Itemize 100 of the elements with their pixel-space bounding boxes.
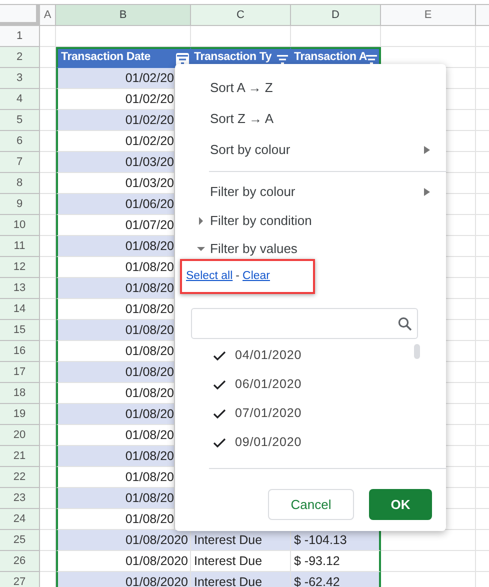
column-header[interactable] [476,5,489,26]
row-number[interactable]: 12 [0,257,40,278]
menu-item[interactable]: Filter by condition [175,207,446,235]
table-cell[interactable]: 01/02/20 [56,68,175,89]
search-field[interactable] [191,308,418,339]
table-cell[interactable]: 01/08/20 [56,425,175,446]
table-cell[interactable] [381,551,476,572]
row-number[interactable]: 11 [0,236,40,257]
date-text: 01/08/20 [125,238,174,255]
table-cell[interactable]: 01/02/20 [56,110,175,131]
table-cell[interactable]: 01/02/20 [56,89,175,110]
table-cell[interactable]: 01/03/20 [56,152,175,173]
cancel-button[interactable]: Cancel [268,489,354,520]
header-cell[interactable]: Transaction Date [56,47,191,68]
ok-button[interactable]: OK [369,489,432,520]
table-cell[interactable]: 01/08/20 [56,320,175,341]
table-cell[interactable]: 01/07/20 [56,215,175,236]
table-cell[interactable]: 01/08/20 [56,257,175,278]
row-number[interactable]: 16 [0,341,40,362]
checkmark-icon[interactable] [213,350,226,360]
value-option[interactable]: 04/01/2020 [175,341,446,370]
table-cell[interactable] [40,26,56,47]
menu-item[interactable]: Filter by colour [175,176,446,207]
menu-item[interactable]: Sort Z → A [175,103,446,134]
row-number[interactable]: 10 [0,215,40,236]
value-option[interactable]: 07/01/2020 [175,399,446,428]
row-number[interactable]: 6 [0,131,40,152]
date-text: 01/08/20 [125,280,174,297]
table-cell[interactable]: 01/08/20 [56,404,175,425]
checkmark-icon[interactable] [213,380,226,390]
row-number[interactable]: 9 [0,194,40,215]
row-number[interactable]: 7 [0,152,40,173]
row-number[interactable]: 24 [0,509,40,530]
checkmark-icon[interactable] [213,408,226,418]
table-cell[interactable]: 01/08/20 [56,278,175,299]
row-number[interactable]: 14 [0,299,40,320]
row-number[interactable]: 20 [0,425,40,446]
table-cell[interactable]: 01/06/20 [56,194,175,215]
column-header[interactable]: B [56,5,191,26]
column-header[interactable]: D [291,5,381,26]
row-number[interactable]: 26 [0,551,40,572]
collapse-arrow-icon[interactable] [197,245,205,253]
table-cell[interactable]: 01/08/20 [56,362,175,383]
select-all-link[interactable]: Select all [186,268,233,286]
row-number[interactable]: 5 [0,110,40,131]
row-number[interactable]: 21 [0,446,40,467]
row-number[interactable]: 23 [0,488,40,509]
table-cell[interactable]: 01/08/20 [56,467,175,488]
column-header[interactable]: A [40,5,56,26]
row-number[interactable]: 3 [0,68,40,89]
row-number[interactable]: 17 [0,362,40,383]
type-text: Interest Due [194,574,262,587]
filter-icon[interactable] [365,53,378,66]
date-text: 01/08/20 [125,490,174,507]
table-cell[interactable]: Interest Due [191,551,291,572]
select-all-corner[interactable] [0,5,40,26]
table-cell[interactable]: 01/08/20 [56,509,175,530]
expand-arrow-icon[interactable] [197,217,205,225]
table-cell[interactable]: 01/08/20 [56,383,175,404]
table-cell[interactable]: 01/08/20 [56,236,175,257]
row-number[interactable]: 19 [0,404,40,425]
clear-link[interactable]: Clear [242,268,270,286]
date-text: 01/08/2020 [125,532,188,549]
row-number[interactable]: 8 [0,173,40,194]
column-header[interactable]: C [191,5,291,26]
menu-item[interactable]: Sort by colour [175,134,446,165]
table-cell[interactable]: $ -104.13 [291,530,381,551]
value-option[interactable]: 09/01/2020 [175,428,446,457]
row-number[interactable]: 4 [0,89,40,110]
menu-item[interactable]: Sort A → Z [175,72,446,103]
row-number[interactable]: 15 [0,320,40,341]
row-number[interactable]: 1 [0,26,40,47]
table-cell[interactable]: 01/08/2020 [56,530,191,551]
checkmark-icon[interactable] [213,438,226,448]
row-number[interactable]: 2 [0,47,40,68]
row-number[interactable]: 13 [0,278,40,299]
table-cell[interactable]: 01/08/20 [56,341,175,362]
value-option[interactable]: 06/01/2020 [175,370,446,399]
table-cell[interactable]: 01/08/2020 [56,551,191,572]
row-number[interactable]: 22 [0,467,40,488]
filter-icon[interactable] [276,53,289,66]
row-number[interactable]: 18 [0,383,40,404]
table-cell[interactable]: $ -62.42 [291,572,381,587]
table-cell[interactable]: 01/02/20 [56,131,175,152]
table-cell[interactable]: 01/08/20 [56,446,175,467]
table-cell[interactable]: Interest Due [191,530,291,551]
menu-item[interactable]: Filter by values [175,235,446,263]
table-cell[interactable]: 01/03/20 [56,173,175,194]
amount-text: $ -62.42 [294,574,340,587]
row-number[interactable]: 25 [0,530,40,551]
table-cell[interactable]: Interest Due [191,572,291,587]
search-icon[interactable] [398,316,412,330]
table-cell[interactable] [381,26,476,47]
table-cell[interactable]: $ -93.12 [291,551,381,572]
table-cell[interactable]: 01/08/2020 [56,572,191,587]
column-header[interactable]: E [381,5,476,26]
scrollbar-thumb[interactable] [414,344,420,359]
row-number[interactable]: 27 [0,572,40,587]
table-cell[interactable]: 01/08/20 [56,299,175,320]
table-cell[interactable]: 01/08/20 [56,488,175,509]
